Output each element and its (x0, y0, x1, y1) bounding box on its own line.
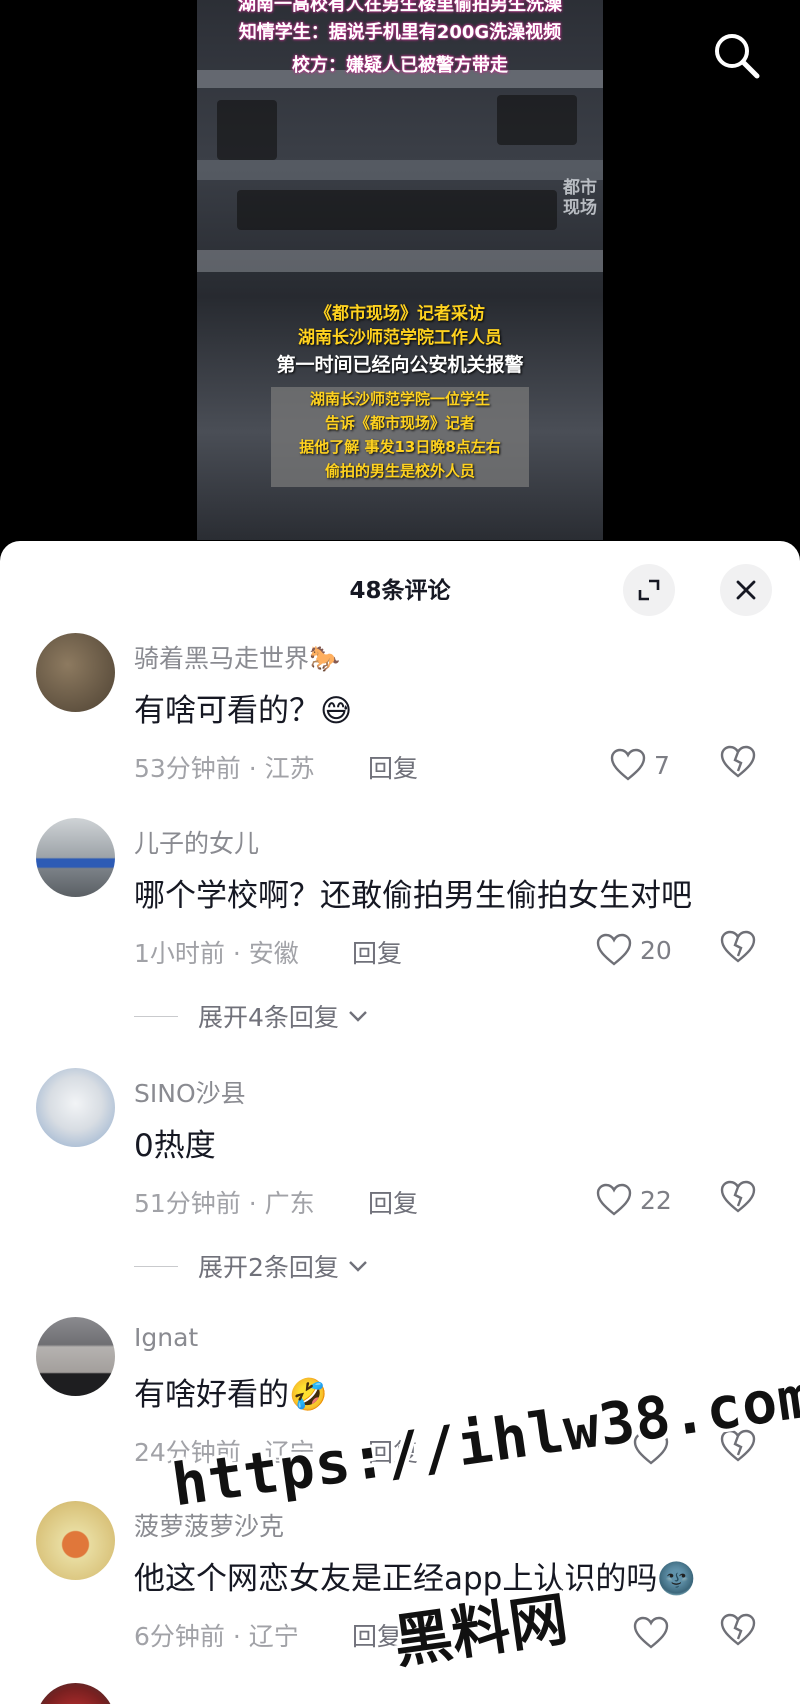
dislike-icon[interactable] (720, 1180, 760, 1220)
like-button[interactable]: 20 (596, 928, 706, 972)
dislike-icon[interactable] (720, 1429, 760, 1469)
dislike-icon[interactable] (720, 745, 760, 785)
channel-logo: 都市 现场 (563, 178, 597, 218)
avatar[interactable] (36, 1501, 115, 1580)
heart-icon (633, 1616, 669, 1649)
reply-button[interactable]: 回复 (368, 749, 418, 785)
comment-username[interactable]: 骑着黑马走世界🐎 (134, 639, 340, 675)
video-player[interactable]: 湖南一高校有人在男生楼里偷拍男生洗澡 知情学生：据说手机里有200G洗澡视频 校… (197, 0, 603, 540)
comment-username[interactable]: Ignat (134, 1323, 198, 1352)
heart-icon (633, 1432, 669, 1465)
chevron-down-icon (349, 1261, 367, 1272)
comments-count-title: 48条评论 (349, 578, 451, 604)
video-shape (237, 190, 557, 230)
comment-text: 哪个学校啊？还敢偷拍男生偷拍女生对吧 (134, 878, 692, 914)
divider (134, 1265, 178, 1267)
dislike-icon[interactable] (720, 1613, 760, 1653)
expand-replies-button[interactable]: 展开4条回复 (134, 998, 371, 1034)
video-caption-top: 知情学生：据说手机里有200G洗澡视频 (238, 22, 562, 43)
avatar[interactable] (36, 818, 115, 897)
comment-time-location: 1小时前 · 安徽 (134, 939, 299, 968)
close-icon[interactable] (720, 564, 772, 616)
comment-time-location: 24分钟前 · 辽宁 (134, 1438, 315, 1467)
comment-time-location: 51分钟前 · 广东 (134, 1189, 315, 1218)
expand-replies-label: 展开2条回复 (198, 1253, 339, 1282)
comment-time-location: 6分钟前 · 辽宁 (134, 1622, 299, 1651)
comment-username[interactable]: 儿子的女儿 (134, 824, 259, 860)
avatar[interactable] (36, 1068, 115, 1147)
video-caption-box: 湖南长沙师范学院一位学生 告诉《都市现场》记者 据他了解 事发13日晚8点左右 … (271, 387, 529, 487)
like-count: 22 (640, 1185, 672, 1215)
video-caption-box-line: 湖南长沙师范学院一位学生 (309, 390, 490, 408)
comment-username[interactable]: SINO沙县 (134, 1074, 246, 1110)
like-button[interactable]: 22 (596, 1178, 706, 1222)
comment-text: 有啥可看的？😅 (134, 693, 353, 729)
comment-text: 他这个网恋女友是正经app上认识的吗🌚 (134, 1561, 696, 1597)
reply-button[interactable]: 回复 (352, 934, 402, 970)
video-caption-box-line: 偷拍的男生是校外人员 (324, 462, 475, 480)
channel-logo-line: 现场 (563, 198, 597, 218)
video-caption-top: 湖南一高校有人在男生楼里偷拍男生洗澡 (238, 0, 562, 15)
comment-text: 0热度 (134, 1128, 216, 1164)
video-caption-box-line: 据他了解 事发13日晚8点左右 (299, 438, 501, 456)
expand-icon[interactable] (623, 564, 675, 616)
reply-button[interactable]: 回复 (352, 1617, 402, 1653)
expand-replies-button[interactable]: 展开2条回复 (134, 1248, 371, 1284)
video-caption-yellow: 《都市现场》记者采访 (315, 304, 485, 324)
comment-text: 有啥好看的🤣 (134, 1377, 328, 1413)
like-count: 7 (654, 750, 670, 780)
video-caption-top: 校方：嫌疑人已被警方带走 (292, 55, 508, 76)
video-caption-box-line: 告诉《都市现场》记者 (324, 414, 475, 432)
avatar[interactable] (36, 1683, 115, 1704)
video-frame-band (197, 250, 603, 272)
video-caption-white: 第一时间已经向公安机关报警 (276, 354, 524, 376)
expand-replies-label: 展开4条回复 (198, 1003, 339, 1032)
dislike-icon[interactable] (720, 930, 760, 970)
reply-button[interactable]: 回复 (368, 1433, 418, 1469)
comments-sheet: 48条评论 骑着黑马走世界🐎 有啥可看的？😅 53分钟前 · 江苏 回复 7 儿… (0, 541, 800, 1704)
comment-username[interactable]: 菠萝菠萝沙克 (134, 1507, 284, 1543)
search-icon[interactable] (711, 30, 763, 82)
video-caption-yellow: 湖南长沙师范学院工作人员 (298, 328, 502, 348)
reply-button[interactable]: 回复 (368, 1184, 418, 1220)
heart-icon (610, 748, 646, 781)
video-shape (217, 100, 277, 160)
like-button[interactable]: 7 (610, 743, 720, 787)
video-shape (497, 95, 577, 145)
comment-time-location: 53分钟前 · 江苏 (134, 754, 315, 783)
heart-icon (596, 933, 632, 966)
video-frame-band (197, 160, 603, 180)
avatar[interactable] (36, 1317, 115, 1396)
heart-icon (596, 1183, 632, 1216)
chevron-down-icon (349, 1011, 367, 1022)
channel-logo-line: 都市 (563, 178, 597, 198)
like-count: 20 (640, 935, 672, 965)
divider (134, 1015, 178, 1017)
avatar[interactable] (36, 633, 115, 712)
